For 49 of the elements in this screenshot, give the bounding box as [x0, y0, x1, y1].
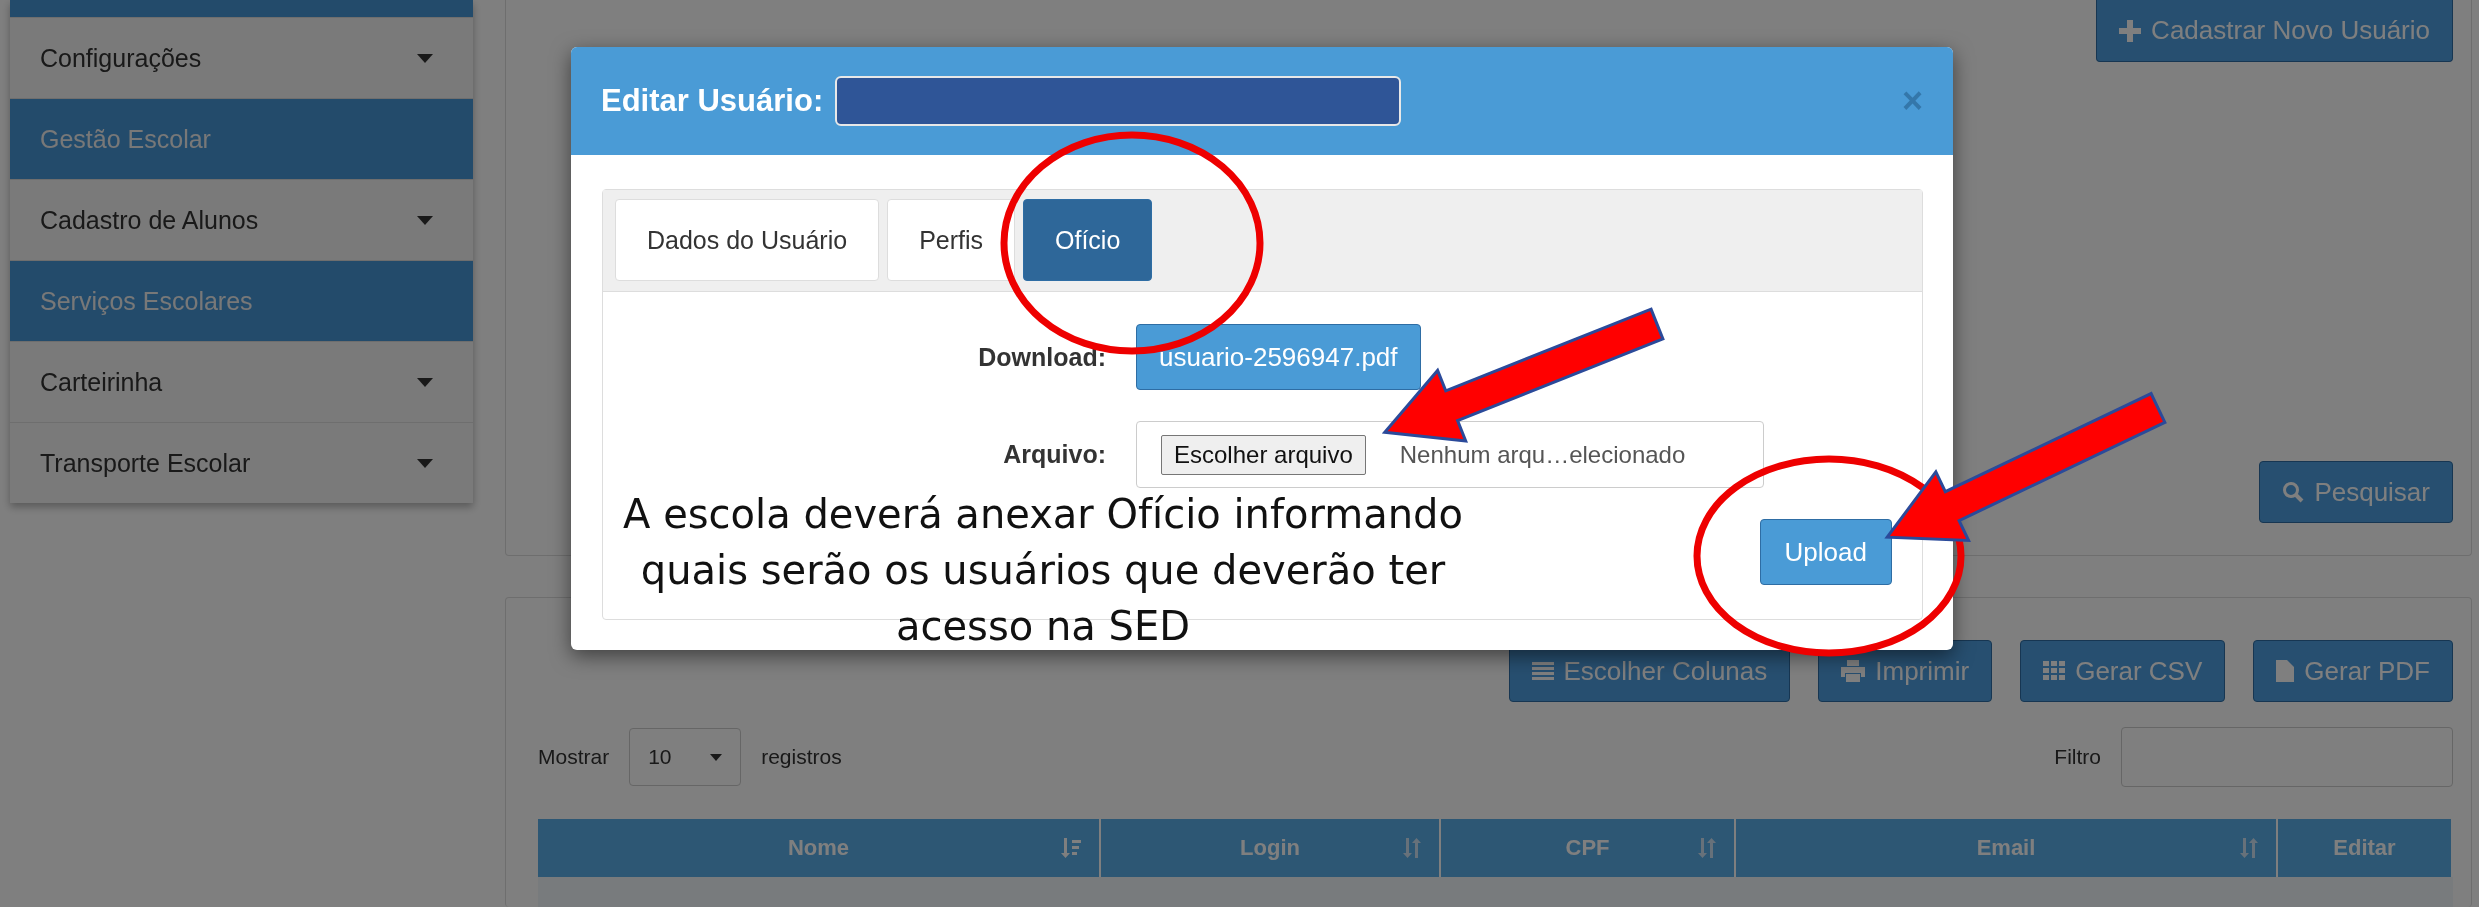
- column-header[interactable]: Email: [1736, 819, 2278, 877]
- toolbar-button[interactable]: Gerar PDF: [2253, 640, 2453, 702]
- sort-icon: [1403, 838, 1421, 858]
- column-header[interactable]: Nome: [538, 819, 1101, 877]
- sidebar-item[interactable]: Gestão Escolar: [10, 98, 473, 179]
- sort-icon: [1061, 838, 1081, 858]
- column-header[interactable]: Login: [1101, 819, 1441, 877]
- page-size-select[interactable]: 10: [629, 728, 742, 786]
- caret-icon: [417, 215, 433, 225]
- tab[interactable]: Perfis: [887, 199, 1016, 281]
- download-button[interactable]: usuario-2596947.pdf: [1136, 324, 1421, 390]
- sort-icon: [1698, 838, 1716, 858]
- caret-icon: [710, 753, 723, 761]
- toolbar-button[interactable]: Gerar CSV: [2020, 640, 2226, 702]
- choose-file-button[interactable]: Escolher arquivo: [1161, 434, 1366, 475]
- filter-field[interactable]: [2121, 727, 2453, 787]
- caret-icon: [417, 377, 433, 387]
- new-user-button[interactable]: Cadastrar Novo Usuário: [2096, 0, 2453, 62]
- column-header[interactable]: Editar: [2278, 819, 2453, 877]
- show-label: Mostrar: [538, 745, 610, 769]
- annotation-text: A escola deverá anexar Ofício informando: [623, 490, 1463, 539]
- grid-icon: [2043, 661, 2066, 681]
- file-status: Nenhum arqu…elecionado: [1399, 440, 1686, 469]
- file-icon: [2276, 660, 2295, 682]
- sidebar-item[interactable]: Carteirinha: [10, 341, 473, 422]
- sort-icon: [2240, 838, 2258, 858]
- records-label: registros: [761, 745, 842, 769]
- annotation-text: acesso na SED: [896, 602, 1190, 651]
- sidebar-item[interactable]: Serviços Escolares: [10, 260, 473, 341]
- sidebar-item[interactable]: Transporte Escolar: [10, 422, 473, 503]
- caret-icon: [417, 53, 433, 63]
- file-label: Arquivo:: [1002, 440, 1106, 469]
- table-row[interactable]: [538, 877, 2453, 907]
- search-button[interactable]: Pesquisar: [2259, 461, 2453, 523]
- plus-icon: [2119, 19, 2142, 42]
- annotation-text: quais serão os usuários que deverão ter: [640, 546, 1446, 595]
- caret-icon: [417, 458, 433, 468]
- column-header[interactable]: CPF: [1441, 819, 1736, 877]
- close-button[interactable]: ×: [1901, 80, 1923, 122]
- search-icon: [2282, 481, 2305, 503]
- printer-icon: [1841, 660, 1866, 682]
- download-label: Download:: [977, 342, 1106, 372]
- tab[interactable]: Dados do Usuário: [615, 199, 880, 281]
- upload-button[interactable]: Upload: [1759, 519, 1892, 585]
- sidebar-item[interactable]: [10, 0, 473, 17]
- list-icon: [1531, 661, 1554, 681]
- tab[interactable]: Ofício: [1023, 199, 1153, 281]
- filter-label: Filtro: [2054, 745, 2101, 769]
- dialog-title: Editar Usuário:: [601, 83, 824, 119]
